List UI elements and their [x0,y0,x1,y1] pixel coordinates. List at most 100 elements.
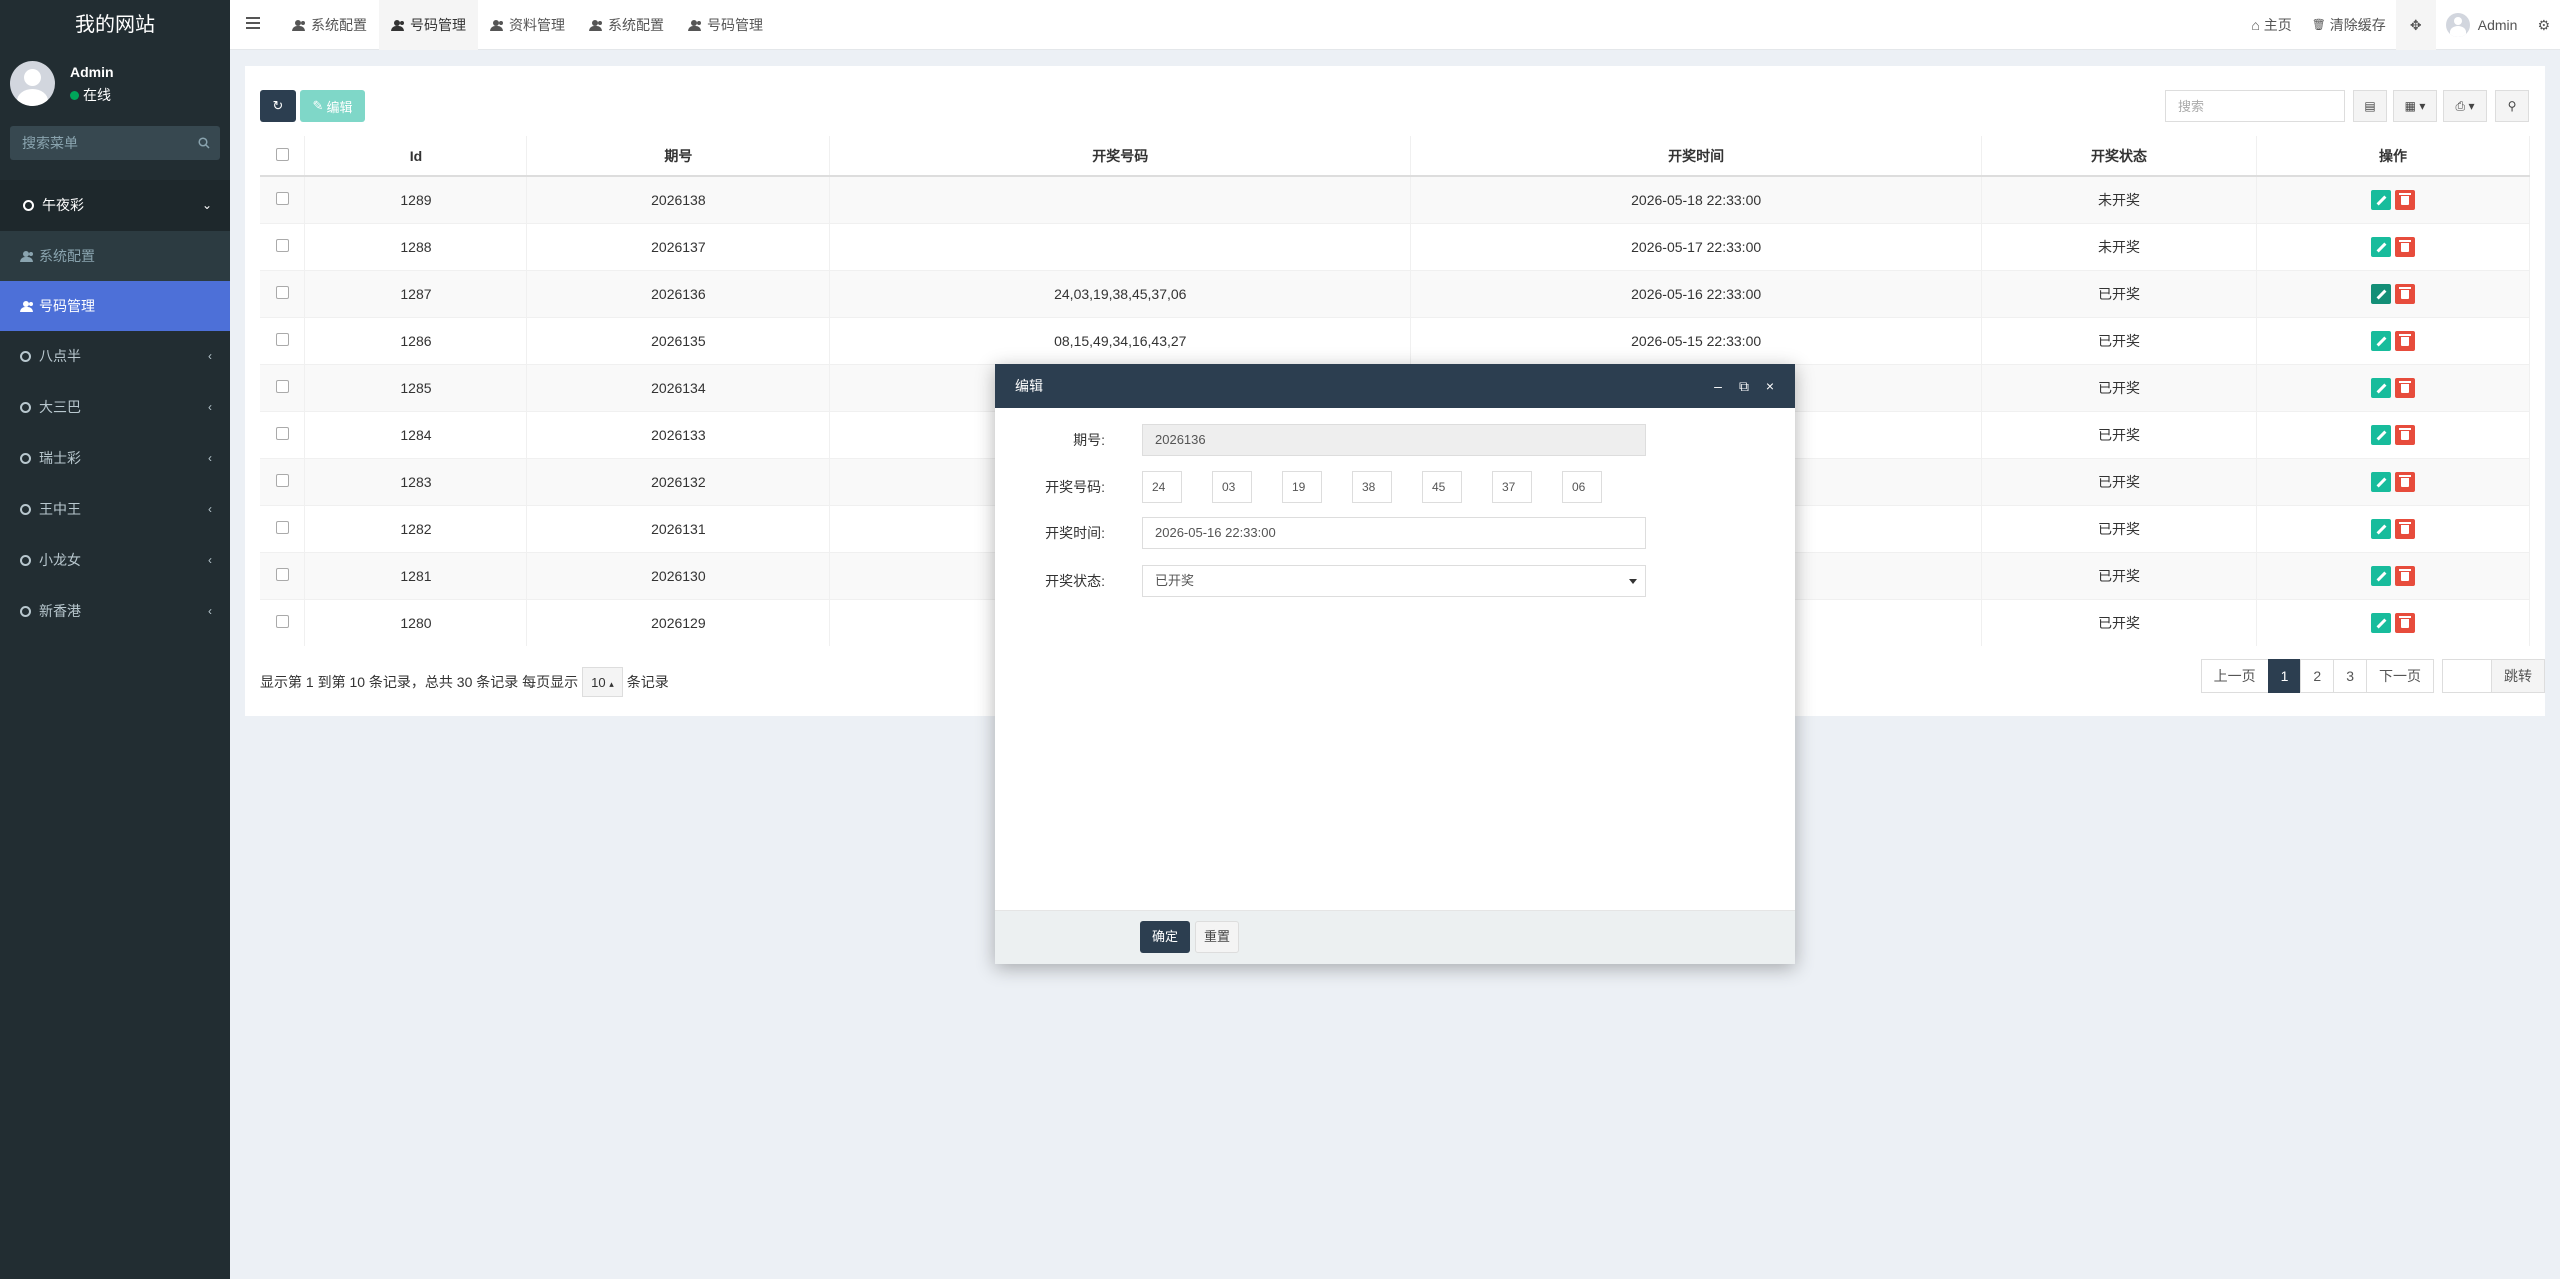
row-select-cell[interactable] [260,269,306,317]
row-delete-button[interactable] [2395,518,2415,539]
select-all-checkbox[interactable] [275,147,289,161]
sidebar-item-number-manage[interactable]: 号码管理 [0,281,230,331]
row-checkbox[interactable] [275,332,289,346]
row-delete-button[interactable] [2395,330,2415,351]
home-link[interactable]: ⌂ 主页 [2241,0,2301,50]
number-field-4[interactable]: 38 [1352,471,1392,503]
maximize-icon[interactable]: ⧉ [1731,364,1757,408]
column-header[interactable]: 开奖时间 [1410,136,1983,177]
row-checkbox[interactable] [275,426,289,440]
export-button[interactable]: ⎙ ▾ [2443,90,2487,122]
row-checkbox[interactable] [275,473,289,487]
period-field[interactable]: 2026136 [1142,424,1646,456]
sidebar-group-midnight[interactable]: 午夜彩 ⌄ [0,180,230,231]
row-edit-button[interactable] [2371,236,2391,257]
user-menu[interactable]: Admin [2436,0,2528,50]
column-header[interactable]: 开奖状态 [1981,136,2257,177]
column-header[interactable]: 期号 [526,136,831,177]
row-delete-button[interactable] [2395,236,2415,257]
row-delete-button[interactable] [2395,283,2415,304]
page-button-1[interactable]: 1 [2267,659,2302,693]
sidebar-group-6[interactable]: 新香港 ‹ [0,586,230,637]
row-checkbox[interactable] [275,520,289,534]
row-select-cell[interactable] [260,504,306,552]
row-edit-button[interactable] [2371,189,2391,210]
tab-system-config[interactable]: 系统配置 [280,0,379,50]
dialog-title-bar[interactable]: 编辑 – ⧉ × [995,364,1795,408]
sidebar-item-system-config[interactable]: 系统配置 [0,231,230,281]
sidebar-group-1[interactable]: 八点半 ‹ [0,331,230,382]
row-select-cell[interactable] [260,457,306,505]
row-select-cell[interactable] [260,222,306,270]
tab-number-manage-2[interactable]: 号码管理 [676,0,775,50]
row-edit-button[interactable] [2371,518,2391,539]
menu-toggle-icon[interactable] [246,17,260,29]
fullscreen-button[interactable]: ✥ [2395,0,2436,50]
sidebar-group-4[interactable]: 王中王 ‹ [0,484,230,535]
next-page-button[interactable]: 下一页 [2366,659,2434,693]
page-button-2[interactable]: 2 [2300,659,2335,693]
confirm-button[interactable]: 确定 [1140,921,1190,953]
column-header[interactable]: 开奖号码 [829,136,1412,177]
tab-number-manage[interactable]: 号码管理 [379,0,478,50]
jump-button[interactable]: 跳转 [2491,659,2545,693]
row-select-cell[interactable] [260,175,306,223]
sidebar-group-3[interactable]: 瑞士彩 ‹ [0,433,230,484]
minimize-icon[interactable]: – [1705,364,1731,408]
page-button-3[interactable]: 3 [2333,659,2367,693]
row-delete-button[interactable] [2395,565,2415,586]
row-edit-button[interactable] [2371,471,2391,492]
row-edit-button[interactable] [2371,377,2391,398]
status-select[interactable]: 已开奖 [1142,565,1646,597]
sidebar-group-5[interactable]: 小龙女 ‹ [0,535,230,586]
number-field-5[interactable]: 45 [1422,471,1462,503]
row-edit-button[interactable] [2371,612,2391,633]
table-row[interactable]: 1286 2026135 08,15,49,34,16,43,27 2026-05-1… [260,316,2530,364]
site-logo[interactable]: 我的网站 [0,0,230,50]
row-select-cell[interactable] [260,363,306,411]
prev-page-button[interactable]: 上一页 [2200,659,2269,693]
number-field-2[interactable]: 03 [1212,471,1252,503]
table-row[interactable]: 1287 2026136 24,03,19,38,45,37,06 2026-05-1… [260,269,2530,317]
time-field[interactable]: 2026-05-16 22:33:00 [1142,517,1646,549]
row-select-cell[interactable] [260,316,306,364]
row-checkbox[interactable] [275,567,289,581]
search-button[interactable]: ⚲ [2495,90,2529,122]
toggle-view-button[interactable]: ▤ [2353,90,2387,122]
row-checkbox[interactable] [275,285,289,299]
page-size-select[interactable]: 10 ▴ [582,667,623,697]
row-delete-button[interactable] [2395,471,2415,492]
row-checkbox[interactable] [275,191,289,205]
sidebar-group-2[interactable]: 大三巴 ‹ [0,382,230,433]
table-search-input[interactable] [2165,90,2345,122]
search-icon[interactable] [198,137,210,149]
close-icon[interactable]: × [1757,364,1783,408]
refresh-button[interactable]: ↻ [260,90,296,122]
column-header[interactable]: Id [304,136,528,177]
select-all-cell[interactable] [260,136,306,177]
jump-page-input[interactable] [2442,659,2492,693]
row-delete-button[interactable] [2395,424,2415,445]
row-checkbox[interactable] [275,614,289,628]
row-delete-button[interactable] [2395,612,2415,633]
tab-data-manage[interactable]: 资料管理 [478,0,577,50]
number-field-1[interactable]: 24 [1142,471,1182,503]
row-edit-button[interactable] [2371,565,2391,586]
number-field-7[interactable]: 06 [1562,471,1602,503]
row-select-cell[interactable] [260,410,306,458]
row-checkbox[interactable] [275,238,289,252]
edit-button[interactable]: ✎ 编辑 [300,90,365,122]
columns-button[interactable]: ▦ ▾ [2393,90,2437,122]
row-delete-button[interactable] [2395,189,2415,210]
table-row[interactable]: 1288 2026137 2026-05-17 22:33:00 未开奖 [260,222,2530,270]
row-select-cell[interactable] [260,551,306,599]
clear-cache-button[interactable]: 🗑 清除缓存 [2302,0,2396,50]
row-edit-button[interactable] [2371,283,2391,304]
table-row[interactable]: 1289 2026138 2026-05-18 22:33:00 未开奖 [260,175,2530,223]
number-field-3[interactable]: 19 [1282,471,1322,503]
row-select-cell[interactable] [260,598,306,646]
tab-system-config-2[interactable]: 系统配置 [577,0,676,50]
row-checkbox[interactable] [275,379,289,393]
number-field-6[interactable]: 37 [1492,471,1532,503]
row-delete-button[interactable] [2395,377,2415,398]
